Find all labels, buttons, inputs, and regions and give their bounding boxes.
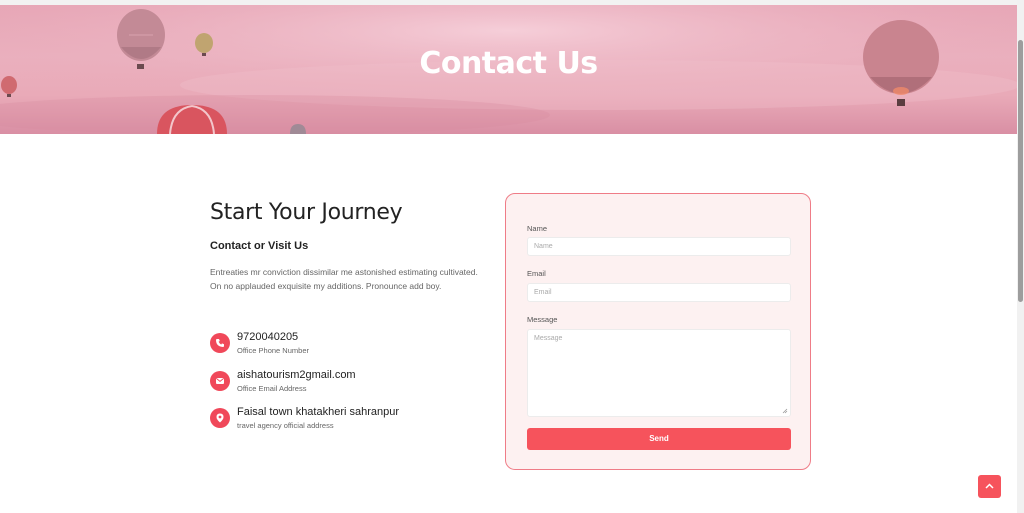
message-placeholder: Message xyxy=(534,335,563,342)
chevron-up-icon xyxy=(985,483,994,489)
phone-icon xyxy=(210,333,230,353)
message-label: Message xyxy=(527,315,558,324)
contact-item-title: Faisal town khatakheri sahranpur xyxy=(237,406,400,418)
contact-item-subtitle: Office Email Address xyxy=(237,384,307,393)
contact-item-subtitle: Office Phone Number xyxy=(237,346,309,355)
contact-item-title: aishatourism2gmail.com xyxy=(237,369,356,381)
section-subheading: Contact or Visit Us xyxy=(210,240,309,252)
location-pin-icon xyxy=(210,408,230,428)
contact-item-title: 9720040205 xyxy=(237,331,299,343)
contact-form: Name Name Email Email Message Message Se… xyxy=(505,193,811,470)
scrollbar[interactable] xyxy=(1017,0,1024,513)
name-input[interactable]: Name xyxy=(527,237,791,256)
name-label: Name xyxy=(527,224,548,233)
section-description: Entreaties mr conviction dissimilar me a… xyxy=(210,267,478,291)
contact-info-section: Start Your Journey Contact or Visit Us E… xyxy=(210,200,500,430)
email-label: Email xyxy=(527,269,546,278)
page-title: Contact Us xyxy=(419,46,598,81)
hero-banner: Contact Us xyxy=(0,5,1017,134)
contact-item-email: aishatourism2gmail.com Office Email Addr… xyxy=(210,369,500,397)
contact-item-phone: 9720040205 Office Phone Number xyxy=(210,331,500,359)
message-textarea[interactable]: Message xyxy=(527,329,791,417)
contact-item-address: Faisal town khatakheri sahranpur travel … xyxy=(210,406,500,434)
send-button[interactable]: Send xyxy=(527,428,791,450)
section-heading: Start Your Journey xyxy=(210,200,403,225)
resize-handle-icon[interactable] xyxy=(782,408,788,414)
scrollbar-thumb[interactable] xyxy=(1018,40,1023,302)
scroll-to-top-button[interactable] xyxy=(978,475,1001,498)
contact-item-subtitle: travel agency official address xyxy=(237,421,334,430)
envelope-icon xyxy=(210,371,230,391)
email-input[interactable]: Email xyxy=(527,283,791,302)
